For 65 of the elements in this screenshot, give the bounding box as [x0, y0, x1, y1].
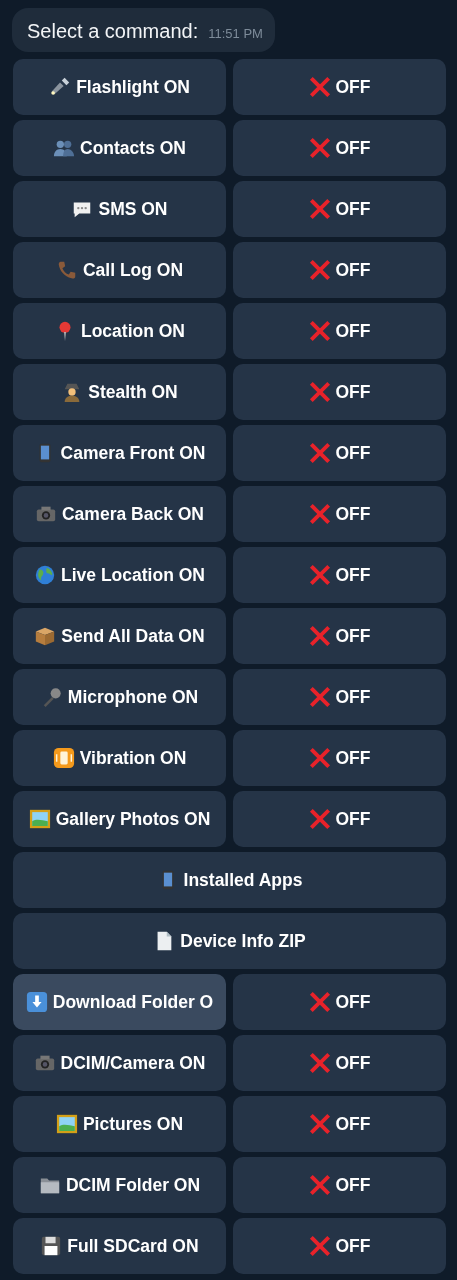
cross-icon: [308, 808, 331, 830]
vibration-icon: [52, 747, 75, 769]
off-button[interactable]: OFF: [233, 242, 446, 298]
off-button[interactable]: OFF: [233, 364, 446, 420]
off-button[interactable]: OFF: [233, 425, 446, 481]
off-button[interactable]: OFF: [233, 303, 446, 359]
off-button[interactable]: OFF: [233, 181, 446, 237]
cross-icon: [308, 137, 331, 159]
framed-picture-icon: [55, 1113, 78, 1135]
cross-icon: [308, 1235, 331, 1257]
cross-icon: [308, 76, 331, 98]
command-button[interactable]: Stealth ON: [13, 364, 226, 420]
off-button[interactable]: OFF: [233, 59, 446, 115]
command-button[interactable]: Pictures ON: [13, 1096, 226, 1152]
cross-icon: [308, 564, 331, 586]
cross-icon: [308, 381, 331, 403]
command-button[interactable]: Vibration ON: [13, 730, 226, 786]
download-icon: [25, 991, 48, 1013]
command-button[interactable]: SMS ON: [13, 181, 226, 237]
off-button[interactable]: OFF: [233, 669, 446, 725]
framed-picture-icon: [28, 808, 51, 830]
off-button[interactable]: OFF: [233, 730, 446, 786]
off-button[interactable]: OFF: [233, 608, 446, 664]
cross-icon: [308, 1174, 331, 1196]
cross-icon: [308, 1113, 331, 1135]
message-text: Select a command:: [27, 19, 199, 44]
off-button[interactable]: OFF: [233, 1035, 446, 1091]
off-button[interactable]: OFF: [233, 1218, 446, 1274]
cross-icon: [308, 625, 331, 647]
off-button[interactable]: OFF: [233, 1157, 446, 1213]
globe-icon: [34, 564, 57, 586]
command-button[interactable]: Flashlight ON: [13, 59, 226, 115]
command-button[interactable]: Microphone ON: [13, 669, 226, 725]
command-button[interactable]: Camera Back ON: [13, 486, 226, 542]
flashlight-icon: [49, 76, 72, 98]
cross-icon: [308, 1052, 331, 1074]
off-button[interactable]: OFF: [233, 791, 446, 847]
off-button[interactable]: OFF: [233, 1096, 446, 1152]
off-button[interactable]: OFF: [233, 486, 446, 542]
cross-icon: [308, 320, 331, 342]
command-button[interactable]: Installed Apps: [13, 852, 446, 908]
package-icon: [34, 625, 57, 647]
command-button[interactable]: Location ON: [13, 303, 226, 359]
cross-icon: [308, 259, 331, 281]
off-button[interactable]: OFF: [233, 974, 446, 1030]
cross-icon: [308, 198, 331, 220]
command-button[interactable]: Contacts ON: [13, 120, 226, 176]
command-button[interactable]: Download Folder O: [13, 974, 226, 1030]
command-button[interactable]: DCIM Folder ON: [13, 1157, 226, 1213]
command-button[interactable]: Device Info ZIP: [13, 913, 446, 969]
command-button[interactable]: Full SDCard ON: [13, 1218, 226, 1274]
message-time: 11:51 PM: [208, 25, 263, 43]
command-button[interactable]: Camera Front ON: [13, 425, 226, 481]
command-button[interactable]: Send All Data ON: [13, 608, 226, 664]
cross-icon: [308, 442, 331, 464]
off-button[interactable]: OFF: [233, 120, 446, 176]
cross-icon: [308, 503, 331, 525]
command-button[interactable]: Gallery Photos ON: [13, 791, 226, 847]
cross-icon: [308, 991, 331, 1013]
command-button[interactable]: DCIM/Camera ON: [13, 1035, 226, 1091]
cross-icon: [308, 747, 331, 769]
off-button[interactable]: OFF: [233, 547, 446, 603]
cross-icon: [308, 686, 331, 708]
command-button[interactable]: Live Location ON: [13, 547, 226, 603]
command-button[interactable]: Call Log ON: [13, 242, 226, 298]
